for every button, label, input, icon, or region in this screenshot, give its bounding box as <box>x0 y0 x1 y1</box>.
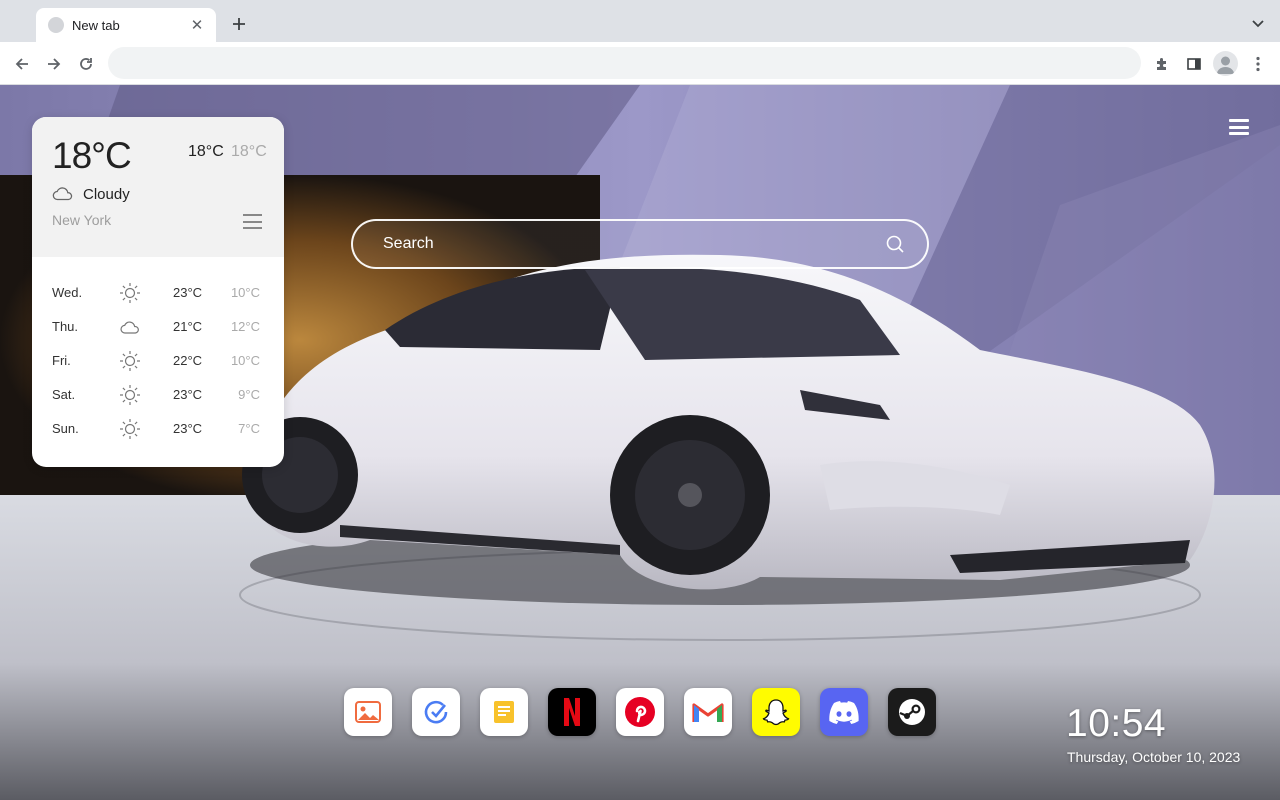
steam-icon <box>899 699 925 725</box>
forecast-low: 10°C <box>230 285 260 300</box>
reload-icon <box>80 58 92 70</box>
sun-icon <box>120 385 140 405</box>
app-discord-button[interactable] <box>820 688 868 736</box>
browser-toolbar <box>0 42 1280 85</box>
forecast-low: 12°C <box>230 319 260 334</box>
sun-icon <box>120 419 140 439</box>
menu-line <box>1229 125 1249 129</box>
puzzle-icon <box>1157 58 1166 70</box>
app-snapchat-button[interactable] <box>752 688 800 736</box>
forecast-row: Sat. 23°C 9°C <box>32 378 284 412</box>
forecast-high: 23°C <box>173 387 203 402</box>
pinterest-icon <box>625 697 655 727</box>
check-icon <box>424 700 448 724</box>
sun-icon <box>120 283 140 303</box>
app-pinterest-button[interactable] <box>616 688 664 736</box>
new-tab-button[interactable] <box>228 13 250 35</box>
tab-favicon-icon <box>48 17 64 33</box>
weather-forecast: Wed. 23°C 10°C Thu. 21°C 12°C Fri. 22°C … <box>32 257 284 446</box>
cloud-icon <box>52 187 73 201</box>
weather-condition: Cloudy <box>83 186 130 203</box>
forecast-high: 21°C <box>173 319 203 334</box>
clock-date: Thursday, October 10, 2023 <box>1067 749 1241 765</box>
menu-line <box>1229 132 1249 135</box>
weather-settings-button[interactable] <box>243 214 262 229</box>
reload-button[interactable] <box>74 52 98 76</box>
clock-time: 10:54 <box>1066 702 1167 745</box>
app-netflix-button[interactable] <box>548 688 596 736</box>
today-high: 18°C <box>188 143 224 160</box>
cloud-icon <box>120 321 139 334</box>
side-panel-icon <box>1187 58 1201 70</box>
gmail-icon <box>692 703 724 722</box>
current-temperature: 18°C <box>52 135 132 176</box>
forecast-day: Sun. <box>52 421 79 436</box>
search-input[interactable] <box>353 221 873 267</box>
forecast-low: 9°C <box>238 387 260 402</box>
more-vertical-icon <box>1256 56 1260 72</box>
extensions-button[interactable] <box>1150 52 1174 76</box>
notes-icon <box>494 701 514 723</box>
forecast-row: Wed. 23°C 10°C <box>32 276 284 310</box>
address-bar[interactable] <box>108 47 1141 79</box>
today-low: 18°C <box>231 143 267 160</box>
menu-line <box>243 227 262 229</box>
app-tasks-button[interactable] <box>412 688 460 736</box>
app-gmail-button[interactable] <box>684 688 732 736</box>
app-dock <box>344 688 936 736</box>
forecast-row: Thu. 21°C 12°C <box>32 310 284 344</box>
menu-line <box>243 214 262 216</box>
forward-button[interactable] <box>42 52 66 76</box>
forecast-high: 22°C <box>173 353 203 368</box>
gallery-icon <box>355 701 381 723</box>
tab-new-tab[interactable]: New tab ✕ <box>36 8 216 42</box>
netflix-icon <box>564 698 580 726</box>
plus-icon <box>233 18 245 30</box>
search-icon[interactable] <box>885 234 905 254</box>
app-steam-button[interactable] <box>888 688 936 736</box>
forecast-low: 7°C <box>238 421 260 436</box>
tab-strip: New tab ✕ <box>0 0 1280 42</box>
arrow-left-icon <box>15 58 28 70</box>
forecast-day: Sat. <box>52 387 76 402</box>
menu-line <box>243 220 262 223</box>
forecast-low: 10°C <box>230 353 260 368</box>
tab-title: New tab <box>72 17 120 33</box>
browser-menu-button[interactable] <box>1246 52 1270 76</box>
app-gallery-button[interactable] <box>344 688 392 736</box>
person-icon <box>1217 56 1234 74</box>
profile-avatar[interactable] <box>1213 51 1238 76</box>
weather-city: New York <box>52 212 112 228</box>
weather-current: 18°C 18°C 18°C Cloudy New York <box>32 117 284 257</box>
snapchat-icon <box>762 699 790 726</box>
side-panel-button[interactable] <box>1182 52 1206 76</box>
arrow-right-icon <box>48 58 61 70</box>
forecast-day: Thu. <box>52 319 79 334</box>
page-menu-button[interactable] <box>1227 117 1251 137</box>
new-tab-page: 18°C 18°C 18°C Cloudy New York Wed. 23°C… <box>0 85 1280 800</box>
forecast-row: Sun. 23°C 7°C <box>32 412 284 446</box>
back-button[interactable] <box>10 52 34 76</box>
tab-close-icon[interactable]: ✕ <box>188 16 206 34</box>
app-notes-button[interactable] <box>480 688 528 736</box>
sun-icon <box>120 351 140 371</box>
forecast-day: Wed. <box>52 285 83 300</box>
weather-widget: 18°C 18°C 18°C Cloudy New York Wed. 23°C… <box>32 117 284 467</box>
menu-line <box>1229 119 1249 122</box>
discord-icon <box>829 701 859 724</box>
forecast-high: 23°C <box>173 421 203 436</box>
forecast-high: 23°C <box>173 285 203 300</box>
search-box <box>351 219 929 269</box>
forecast-day: Fri. <box>52 353 71 368</box>
forecast-row: Fri. 22°C 10°C <box>32 344 284 378</box>
tab-search-button[interactable] <box>1248 14 1268 34</box>
chevron-down-icon <box>1252 20 1264 28</box>
